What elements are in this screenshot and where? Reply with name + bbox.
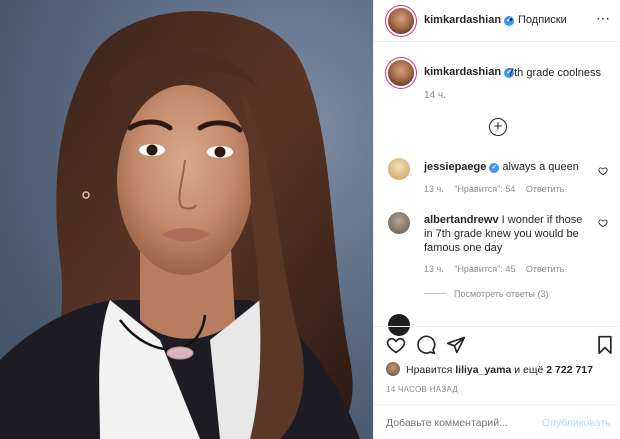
add-comment-input[interactable] bbox=[386, 417, 531, 429]
comment-avatar[interactable] bbox=[388, 158, 410, 180]
comment-bubble-icon[interactable] bbox=[416, 335, 436, 355]
post-header: kimkardashian ✓ • Подписки ⋯ bbox=[374, 0, 620, 42]
heart-icon[interactable] bbox=[598, 218, 608, 228]
post-actions: Нравится liliya_yama и ещё 2 722 717 14 … bbox=[374, 326, 620, 406]
posted-time[interactable]: 14 ЧАСОВ НАЗАД bbox=[386, 385, 458, 394]
comment-time[interactable]: 13 ч. bbox=[424, 184, 444, 194]
caption-author-avatar[interactable] bbox=[388, 60, 414, 86]
instagram-post-view: kimkardashian ✓ • Подписки ⋯ kimkardashia… bbox=[0, 0, 620, 439]
load-more-comments-plus-icon[interactable]: + bbox=[489, 118, 507, 136]
share-paper-plane-icon[interactable] bbox=[446, 335, 466, 355]
verified-badge-icon: ✓ bbox=[489, 163, 500, 173]
comment-meta: 13 ч. "Нравится": 45 Ответить bbox=[424, 264, 572, 274]
comment-composer: Опубликовать bbox=[374, 404, 620, 439]
heart-icon[interactable] bbox=[386, 335, 406, 355]
view-replies-button[interactable]: Посмотреть ответы (3) bbox=[424, 289, 549, 299]
comment-username[interactable]: albertandrewv bbox=[424, 214, 499, 226]
comment-likes[interactable]: "Нравится": 54 bbox=[454, 184, 515, 194]
liker-avatar[interactable] bbox=[386, 362, 400, 376]
replies-divider bbox=[424, 293, 446, 294]
separator-dot: • bbox=[509, 14, 513, 26]
liked-by-username[interactable]: liliya_yama bbox=[455, 364, 511, 376]
follow-status-button[interactable]: Подписки bbox=[518, 14, 567, 26]
comment-avatar[interactable] bbox=[388, 212, 410, 234]
post-side-panel: kimkardashian ✓ • Подписки ⋯ kimkardashia… bbox=[373, 0, 620, 439]
more-horizontal-icon[interactable]: ⋯ bbox=[596, 10, 610, 27]
comment-time[interactable]: 13 ч. bbox=[424, 264, 444, 274]
caption-text: 7th grade coolness bbox=[508, 67, 601, 79]
likes-summary: Нравится liliya_yama и ещё 2 722 717 bbox=[406, 364, 593, 376]
comment-text: albertandrewv I wonder if those in 7th g… bbox=[424, 213, 589, 255]
reply-button[interactable]: Ответить bbox=[526, 264, 564, 274]
post-photo[interactable] bbox=[0, 0, 373, 439]
portrait-illustration bbox=[0, 11, 360, 439]
view-replies-label: Посмотреть ответы (3) bbox=[454, 289, 549, 299]
likes-count[interactable]: 2 722 717 bbox=[546, 364, 593, 376]
author-avatar[interactable] bbox=[388, 8, 414, 34]
comment-likes[interactable]: "Нравится": 45 bbox=[454, 264, 515, 274]
comment-meta: 13 ч. "Нравится": 54 Ответить bbox=[424, 184, 572, 194]
bookmark-icon[interactable] bbox=[596, 335, 614, 355]
publish-button[interactable]: Опубликовать bbox=[542, 417, 611, 429]
liked-by-prefix: Нравится bbox=[406, 364, 453, 376]
comment-text: jessiepaege ✓ always a queen bbox=[424, 160, 594, 174]
liked-by-suffix: и ещё bbox=[514, 364, 544, 376]
caption-username[interactable]: kimkardashian ✓ bbox=[424, 66, 515, 78]
comment-body: always a queen bbox=[502, 161, 579, 173]
reply-button[interactable]: Ответить bbox=[526, 184, 564, 194]
comment-username[interactable]: jessiepaege bbox=[424, 161, 486, 173]
caption-timestamp[interactable]: 14 ч. bbox=[424, 90, 446, 101]
heart-icon[interactable] bbox=[598, 166, 608, 176]
author-username[interactable]: kimkardashian ✓ bbox=[424, 14, 515, 26]
